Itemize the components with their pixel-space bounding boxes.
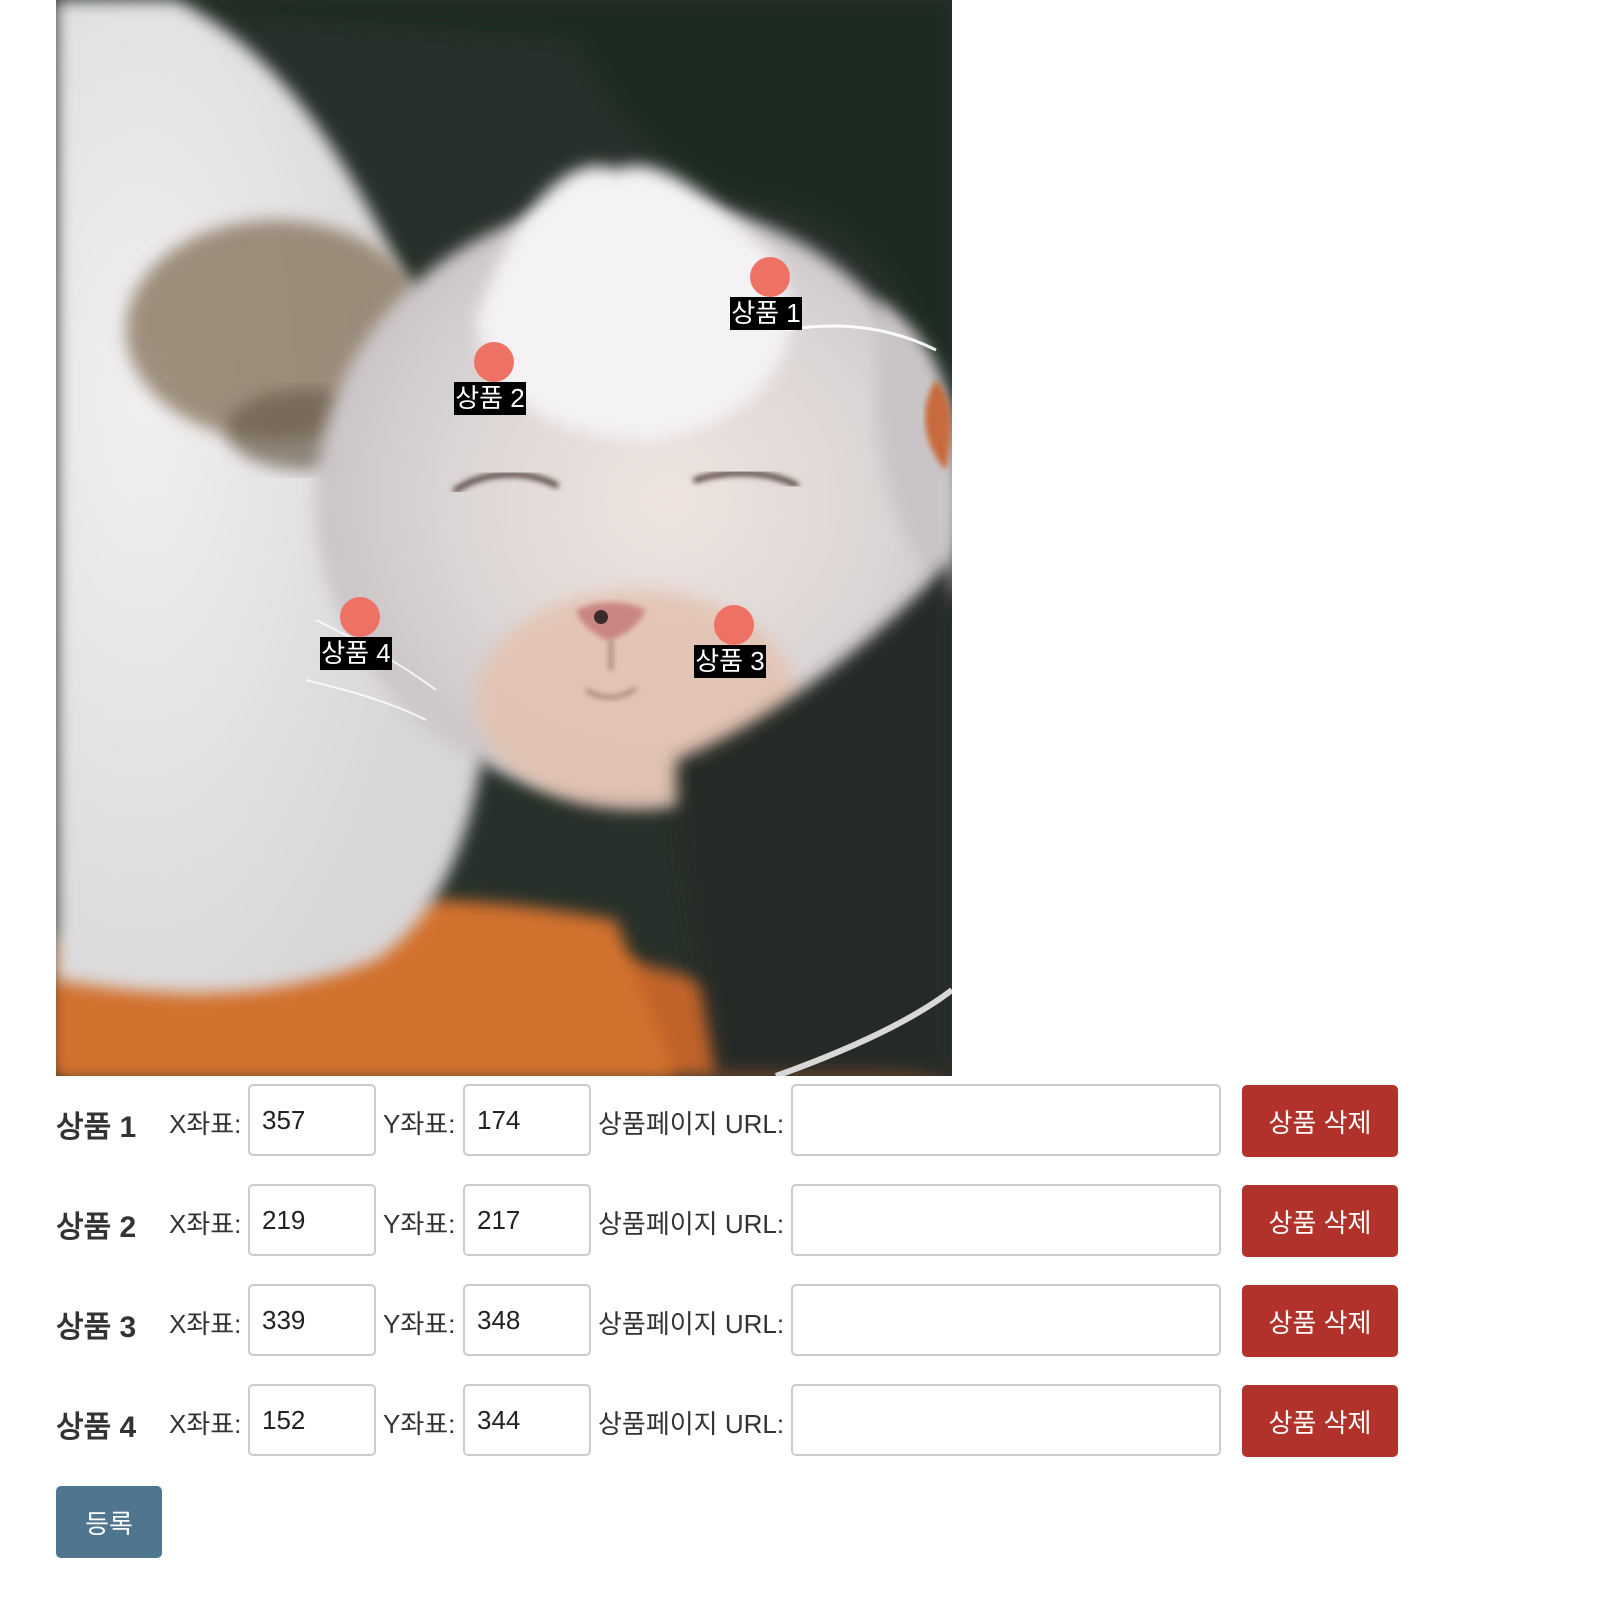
y-coordinate-input[interactable] — [463, 1284, 591, 1356]
x-coordinate-input[interactable] — [248, 1084, 376, 1156]
marker-dot[interactable] — [714, 605, 754, 645]
marker-dot[interactable] — [474, 342, 514, 382]
product-title: 상품 2 — [56, 1211, 137, 1244]
register-button[interactable]: 등록 — [56, 1486, 162, 1558]
y-coordinate-label: Y좌표: — [383, 1309, 456, 1339]
delete-product-button[interactable]: 상품 삭제 — [1242, 1285, 1398, 1357]
y-coordinate-input[interactable] — [463, 1084, 591, 1156]
x-coordinate-input[interactable] — [248, 1184, 376, 1256]
x-coordinate-input[interactable] — [248, 1384, 376, 1456]
product-row-4: 상품 4 X좌표: Y좌표: 상품페이지 URL: 상품 삭제 — [56, 1384, 1398, 1457]
x-coordinate-label: X좌표: — [169, 1209, 242, 1239]
page: 상품 1 상품 2 상품 3 상품 4 상품 1 X좌표: Y좌표: 상품페이지… — [0, 0, 1598, 1608]
marker-dot[interactable] — [340, 597, 380, 637]
product-row-2: 상품 2 X좌표: Y좌표: 상품페이지 URL: 상품 삭제 — [56, 1184, 1398, 1257]
x-coordinate-label: X좌표: — [169, 1409, 242, 1439]
y-coordinate-input[interactable] — [463, 1384, 591, 1456]
y-coordinate-input[interactable] — [463, 1184, 591, 1256]
marker-label: 상품 4 — [320, 637, 392, 670]
product-url-label: 상품페이지 URL: — [598, 1209, 785, 1239]
x-coordinate-input[interactable] — [248, 1284, 376, 1356]
x-coordinate-label: X좌표: — [169, 1309, 242, 1339]
product-url-input[interactable] — [791, 1084, 1221, 1156]
y-coordinate-label: Y좌표: — [383, 1209, 456, 1239]
x-coordinate-label: X좌표: — [169, 1109, 242, 1139]
delete-product-button[interactable]: 상품 삭제 — [1242, 1385, 1398, 1457]
marker-label: 상품 3 — [694, 645, 766, 678]
product-title: 상품 1 — [56, 1111, 137, 1144]
y-coordinate-label: Y좌표: — [383, 1109, 456, 1139]
product-title: 상품 4 — [56, 1411, 137, 1444]
y-coordinate-label: Y좌표: — [383, 1409, 456, 1439]
product-url-input[interactable] — [791, 1284, 1221, 1356]
product-url-label: 상품페이지 URL: — [598, 1309, 785, 1339]
marker-label: 상품 2 — [454, 382, 526, 415]
product-row-1: 상품 1 X좌표: Y좌표: 상품페이지 URL: 상품 삭제 — [56, 1084, 1398, 1157]
product-url-input[interactable] — [791, 1384, 1221, 1456]
marker-label: 상품 1 — [730, 297, 802, 330]
product-url-label: 상품페이지 URL: — [598, 1109, 785, 1139]
delete-product-button[interactable]: 상품 삭제 — [1242, 1185, 1398, 1257]
product-row-3: 상품 3 X좌표: Y좌표: 상품페이지 URL: 상품 삭제 — [56, 1284, 1398, 1357]
marker-dot[interactable] — [750, 257, 790, 297]
delete-product-button[interactable]: 상품 삭제 — [1242, 1085, 1398, 1157]
product-image[interactable]: 상품 1 상품 2 상품 3 상품 4 — [56, 0, 952, 1076]
product-url-label: 상품페이지 URL: — [598, 1409, 785, 1439]
product-list: 상품 1 X좌표: Y좌표: 상품페이지 URL: 상품 삭제 상품 2 X좌표… — [56, 1084, 1398, 1484]
product-title: 상품 3 — [56, 1311, 137, 1344]
product-url-input[interactable] — [791, 1184, 1221, 1256]
cat-photo — [56, 0, 952, 1076]
